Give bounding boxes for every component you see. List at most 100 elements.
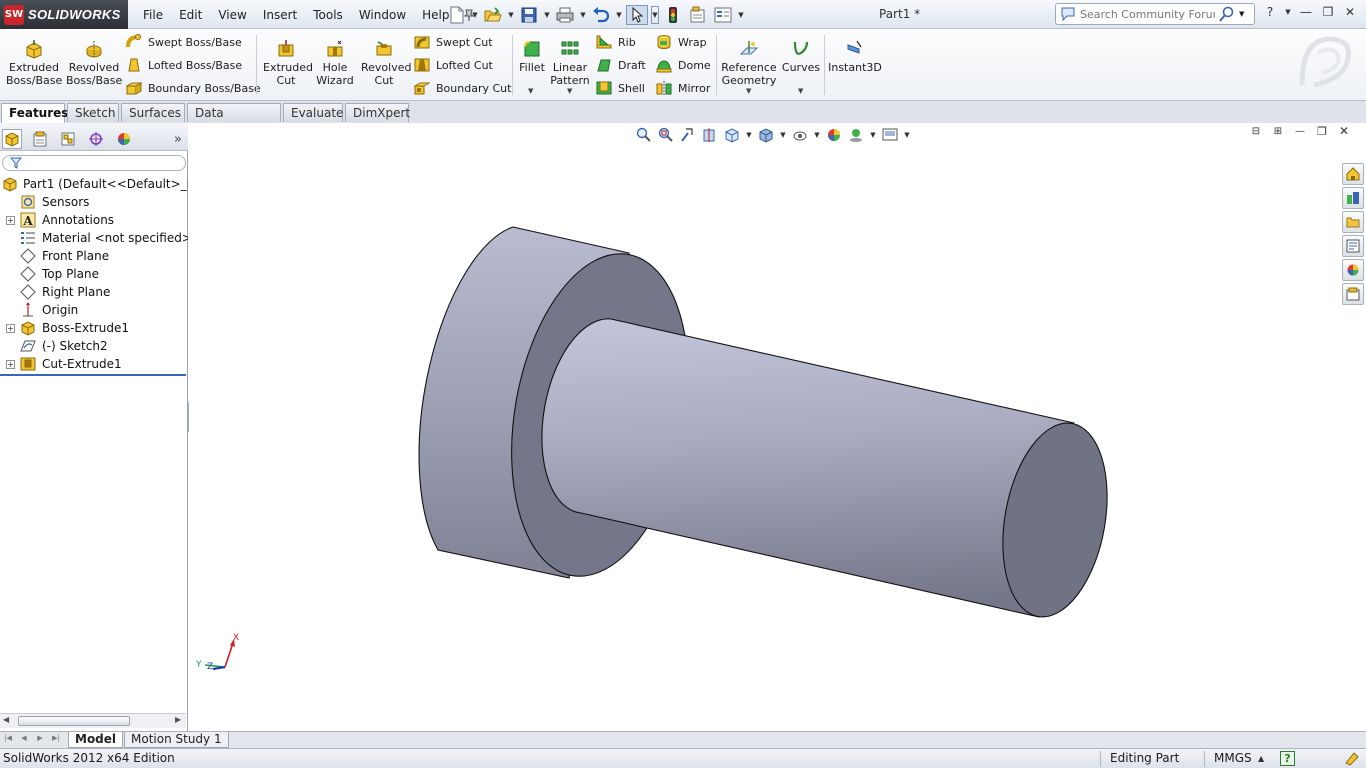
display-manager-icon[interactable]	[114, 129, 134, 149]
lofted-boss-button[interactable]: Lofted Boss/Base	[126, 57, 242, 73]
tab-features[interactable]: Features	[1, 103, 68, 123]
tree-item-origin[interactable]: Origin	[0, 301, 188, 319]
undo-icon[interactable]	[590, 5, 612, 25]
tree-item-cut-extrude1[interactable]: + Cut-Extrude1	[0, 355, 188, 373]
boundary-boss-button[interactable]: Boundary Boss/Base	[126, 80, 261, 96]
tree-item-front-plane[interactable]: Front Plane	[0, 247, 188, 265]
tree-item-sketch2[interactable]: (-) Sketch2	[0, 337, 188, 355]
dimxpert-manager-icon[interactable]	[86, 129, 106, 149]
fillet-button[interactable]: Fillet	[516, 39, 548, 74]
menu-file[interactable]: File	[135, 8, 171, 22]
tab-evaluate[interactable]: Evaluate	[283, 103, 343, 122]
configuration-manager-icon[interactable]	[58, 129, 78, 149]
tree-filter-field[interactable]	[2, 155, 186, 171]
file-properties-icon[interactable]	[687, 5, 709, 25]
custom-properties-icon[interactable]	[1342, 283, 1364, 305]
close-icon[interactable]: ✕	[1342, 4, 1358, 20]
shell-button[interactable]: Shell	[596, 80, 645, 96]
tab-dimxpert[interactable]: DimXpert	[345, 103, 410, 122]
chevron-down-icon[interactable]: ▼	[543, 11, 551, 19]
tree-item-material[interactable]: Material <not specified>	[0, 229, 188, 247]
curves-button[interactable]: Curves	[782, 39, 820, 74]
chevron-down-icon[interactable]: ▼	[471, 11, 479, 19]
design-library-icon[interactable]	[1342, 187, 1364, 209]
scroll-right-icon[interactable]: ▶	[175, 715, 181, 724]
draft-button[interactable]: Draft	[596, 57, 646, 73]
expand-toggle-icon[interactable]: +	[6, 360, 15, 369]
scroll-left-icon[interactable]: ◀	[3, 715, 9, 724]
minimize-icon[interactable]: —	[1298, 4, 1314, 20]
lofted-cut-button[interactable]: Lofted Cut	[414, 57, 493, 73]
tree-item-top-plane[interactable]: Top Plane	[0, 265, 188, 283]
expand-toggle-icon[interactable]: +	[6, 324, 15, 333]
rib-button[interactable]: Rib	[596, 34, 636, 50]
search-icon[interactable]	[1219, 6, 1235, 22]
extruded-boss-button[interactable]: Extruded Boss/Base	[6, 39, 62, 87]
instant3d-button[interactable]: Instant3D	[828, 39, 882, 74]
next-tab-icon[interactable]: ▶	[34, 734, 46, 746]
chevron-down-icon[interactable]: ▼	[528, 87, 533, 95]
chevron-down-icon[interactable]: ▼	[651, 6, 659, 24]
rebuild-icon[interactable]	[662, 5, 684, 25]
revolved-boss-button[interactable]: Revolved Boss/Base	[66, 39, 122, 87]
open-icon[interactable]	[482, 5, 504, 25]
chevron-down-icon[interactable]: ▼	[615, 11, 623, 19]
print-icon[interactable]	[554, 5, 576, 25]
select-arrow-icon[interactable]	[626, 5, 648, 25]
chevron-down-icon[interactable]: ▼	[579, 11, 587, 19]
chevron-down-icon[interactable]: ▼	[1239, 10, 1244, 18]
search-input[interactable]	[1080, 7, 1215, 21]
expand-toggle-icon[interactable]: +	[6, 216, 15, 225]
view-palette-icon[interactable]	[1342, 235, 1364, 257]
save-icon[interactable]	[518, 5, 540, 25]
tree-item-boss-extrude1[interactable]: + Boss-Extrude1	[0, 319, 188, 337]
shaft-cylinder-surface[interactable]	[541, 318, 1075, 618]
swept-cut-button[interactable]: Swept Cut	[414, 34, 493, 50]
tab-motion-study-1[interactable]: Motion Study 1	[124, 732, 229, 748]
tab-model[interactable]: Model	[68, 732, 124, 748]
rebuild-notification-icon[interactable]	[1344, 751, 1360, 767]
help-icon[interactable]: ?	[1262, 4, 1278, 20]
units-selector[interactable]: MMGS	[1214, 751, 1252, 765]
chevron-down-icon[interactable]: ▼	[798, 87, 803, 95]
app-logo[interactable]: SW SOLIDWORKS	[0, 0, 128, 29]
menu-tools[interactable]: Tools	[305, 8, 351, 22]
restore-icon[interactable]: ❐	[1320, 4, 1336, 20]
tree-item-part1[interactable]: Part1 (Default<<Default>_Disp	[0, 175, 188, 193]
hole-wizard-button[interactable]: Hole Wizard	[312, 39, 358, 87]
menu-view[interactable]: View	[210, 8, 254, 22]
linear-pattern-button[interactable]: Linear Pattern	[550, 39, 590, 87]
chevron-down-icon[interactable]: ▼	[1284, 4, 1292, 20]
wrap-button[interactable]: Wrap	[656, 34, 707, 50]
property-manager-icon[interactable]	[30, 129, 50, 149]
tree-item-right-plane[interactable]: Right Plane	[0, 283, 188, 301]
boundary-cut-button[interactable]: Boundary Cut	[414, 80, 511, 96]
chevron-down-icon[interactable]: ▼	[507, 11, 515, 19]
appearances-icon[interactable]	[1342, 259, 1364, 281]
search-box[interactable]: ▼	[1055, 3, 1255, 25]
menu-window[interactable]: Window	[351, 8, 414, 22]
new-document-icon[interactable]	[446, 5, 468, 25]
extruded-cut-button[interactable]: Extruded Cut	[260, 39, 313, 87]
reference-geometry-button[interactable]: Reference Geometry	[720, 39, 778, 87]
home-icon[interactable]	[1342, 163, 1364, 185]
options-icon[interactable]	[712, 5, 734, 25]
chevron-down-icon[interactable]: ▼	[746, 87, 751, 95]
tree-item-annotations[interactable]: + A Annotations	[0, 211, 188, 229]
previous-tab-icon[interactable]: ◀	[18, 734, 30, 746]
swept-boss-button[interactable]: Swept Boss/Base	[126, 34, 242, 50]
menu-edit[interactable]: Edit	[171, 8, 210, 22]
graphics-area[interactable]: ▼ ▼ ▼ ▼ ▼ ⊟ ⊞ — ❐ ✕ X Y Z	[189, 123, 1366, 731]
tab-sketch[interactable]: Sketch	[67, 103, 119, 122]
dome-button[interactable]: Dome	[656, 57, 711, 73]
first-tab-icon[interactable]: |◀	[2, 734, 14, 746]
mirror-button[interactable]: Mirror	[656, 80, 710, 96]
chevron-down-icon[interactable]: ▼	[567, 87, 572, 95]
file-explorer-icon[interactable]	[1342, 211, 1364, 233]
tree-item-sensors[interactable]: Sensors	[0, 193, 188, 211]
part-3d-model[interactable]	[189, 123, 1366, 731]
scrollbar-thumb[interactable]	[18, 716, 130, 726]
revolved-cut-button[interactable]: Revolved Cut	[358, 39, 411, 87]
expand-panel-icon[interactable]: »	[168, 129, 188, 149]
rollback-bar[interactable]	[0, 374, 186, 376]
